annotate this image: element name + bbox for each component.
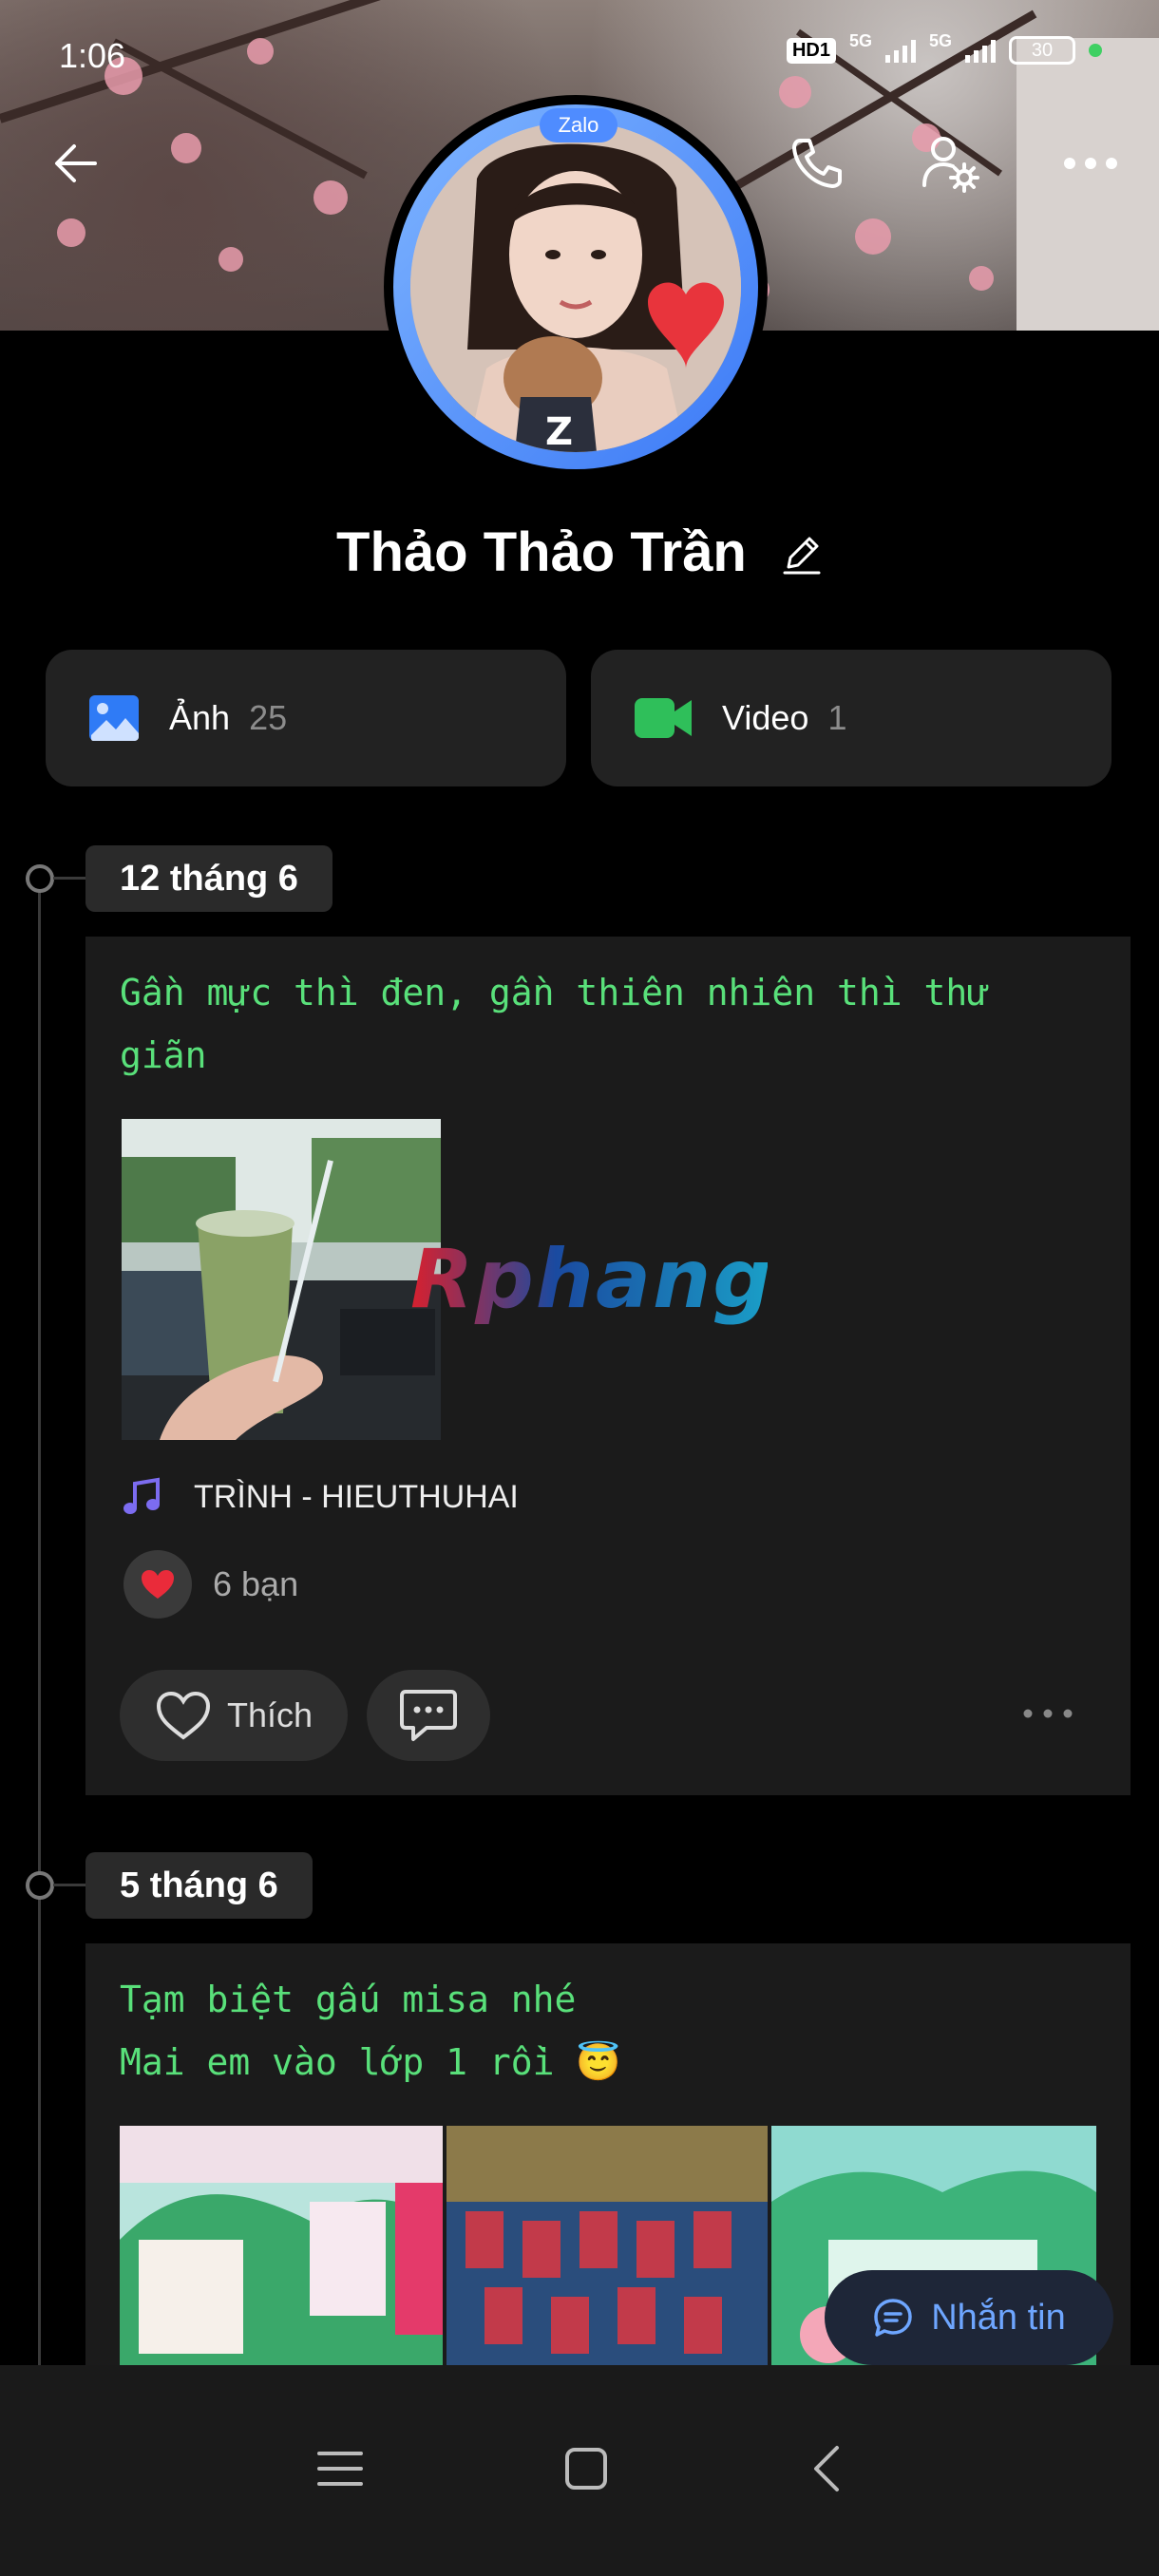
more-horizontal-icon — [1064, 158, 1117, 169]
comment-button[interactable] — [367, 1670, 490, 1761]
hd-indicator: HD1 — [786, 37, 836, 64]
photos-count: 25 — [249, 698, 288, 737]
more-horizontal-icon — [1023, 1709, 1073, 1718]
videos-label: Video — [722, 698, 809, 737]
video-icon — [635, 698, 692, 738]
svg-text:Rphang: Rphang — [410, 1232, 768, 1327]
post-photo[interactable] — [122, 1119, 441, 1440]
svg-text:Z: Z — [545, 410, 573, 452]
arrow-left-icon — [55, 144, 97, 182]
message-button[interactable]: Nhắn tin — [825, 2270, 1113, 2365]
heart-outline-icon — [156, 1691, 210, 1740]
timeline-node — [26, 864, 54, 893]
signal-icon-2 — [965, 38, 996, 63]
photos-label: Ảnh — [169, 698, 231, 737]
post-text: Tạm biệt gấu misa nhé Mai em vào lớp 1 r… — [120, 1979, 621, 2083]
back-button[interactable] — [38, 125, 114, 201]
avatar-photo: Z — [410, 122, 741, 452]
timeline-line — [38, 878, 41, 2397]
call-button[interactable] — [779, 125, 855, 201]
videos-count: 1 — [827, 698, 847, 737]
status-time: 1:06 — [59, 36, 126, 75]
system-nav-bar — [0, 2365, 1159, 2576]
comment-icon — [400, 1690, 457, 1741]
recent-apps-button[interactable] — [316, 2448, 364, 2494]
privacy-dot — [1089, 44, 1102, 57]
profile-name: Thảo Thảo Trần — [336, 521, 747, 583]
signal-icon — [884, 38, 916, 63]
like-label: Thích — [226, 1695, 314, 1734]
watermark: Rphang — [407, 1231, 771, 1357]
song-row[interactable]: TRÌNH - HIEUTHUHAI — [120, 1476, 519, 1518]
menu-icon — [317, 2451, 363, 2486]
pencil-icon — [783, 537, 821, 575]
avatar[interactable]: Z — [384, 95, 768, 479]
like-button[interactable]: Thích — [120, 1670, 348, 1761]
home-button[interactable] — [563, 2446, 609, 2496]
system-back-button[interactable] — [808, 2444, 843, 2498]
post-date: 12 tháng 6 — [86, 845, 332, 912]
message-label: Nhắn tin — [931, 2297, 1066, 2338]
heart-reaction-icon — [124, 1550, 192, 1619]
profile-settings-button[interactable] — [912, 125, 988, 201]
network-type-1: 5G — [848, 30, 872, 50]
image-icon — [89, 695, 139, 741]
song-title: TRÌNH - HIEUTHUHAI — [194, 1478, 519, 1515]
post-text: Gần mực thì đen, gần thiên nhiên thì thư… — [120, 972, 990, 1076]
chevron-left-icon — [814, 2445, 839, 2491]
music-note-icon — [124, 1477, 160, 1514]
chat-icon — [874, 2299, 912, 2337]
post-photo[interactable] — [120, 2126, 443, 2365]
square-icon — [565, 2447, 607, 2490]
post-options-button[interactable] — [1022, 1706, 1074, 1726]
post-card[interactable]: Gần mực thì đen, gần thiên nhiên thì thư… — [86, 937, 1130, 1795]
edit-name-button[interactable] — [781, 524, 823, 588]
more-button[interactable] — [1053, 125, 1129, 201]
timeline-node — [26, 1871, 54, 1900]
reaction-count: 6 bạn — [213, 1564, 299, 1603]
post-date: 5 tháng 6 — [86, 1852, 313, 1919]
videos-tile[interactable]: Video 1 — [591, 650, 1112, 786]
reactions-row[interactable]: 6 bạn — [124, 1550, 298, 1619]
post-photo[interactable] — [446, 2126, 768, 2365]
phone-icon — [792, 139, 842, 188]
photos-tile[interactable]: Ảnh 25 — [46, 650, 566, 786]
user-settings-icon — [922, 137, 979, 193]
network-type-2: 5G — [928, 30, 952, 50]
profile-name-row: Thảo Thảo Trần — [0, 521, 1159, 588]
zalo-badge: Zalo — [540, 108, 618, 142]
battery-indicator: 30 — [1009, 36, 1075, 65]
